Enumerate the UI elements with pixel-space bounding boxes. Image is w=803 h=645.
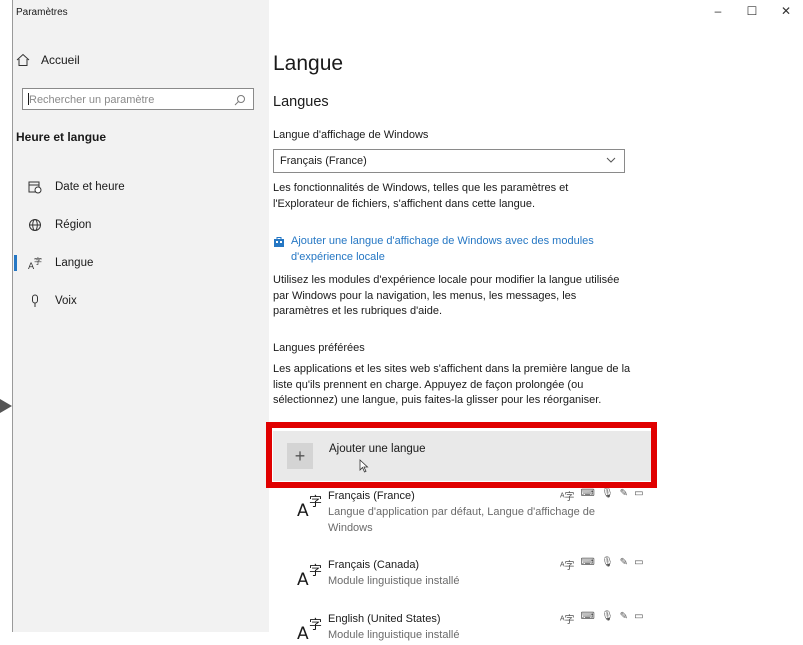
speech-feature-icon: ⌨	[580, 557, 595, 568]
maximize-button[interactable]: ☐	[735, 4, 769, 18]
text-caret	[28, 93, 29, 105]
sidebar-item-label: Date et heure	[55, 181, 125, 193]
keyboard-feature-icon: ▭	[634, 611, 644, 622]
home-label: Accueil	[41, 53, 80, 67]
sidebar-item-label: Voix	[55, 295, 77, 307]
settings-window: Paramètres Accueil Heure et langue Date …	[12, 0, 803, 643]
local-experience-description: Utilisez les modules d'expérience locale…	[273, 274, 620, 317]
sidebar-item-date-time[interactable]: Date et heure	[13, 168, 269, 206]
window-controls: – ☐ ✕	[701, 4, 803, 18]
close-button[interactable]: ✕	[769, 4, 803, 18]
language-description: Module linguistique installé	[328, 575, 460, 587]
sidebar-item-voice[interactable]: Voix	[13, 282, 269, 320]
language-glyph-icon: A字	[297, 564, 323, 590]
display-language-label: Langue d'affichage de Windows	[273, 129, 429, 141]
section-subtitle: Langues	[273, 94, 329, 110]
chevron-down-icon	[606, 155, 616, 167]
app-title: Paramètres	[16, 7, 68, 18]
search-icon[interactable]	[232, 92, 248, 108]
sidebar-nav: Date et heure Région A字 Langue Voix	[13, 168, 269, 320]
language-name: Français (Canada)	[328, 559, 420, 571]
microphone-feature-icon: 🎙	[600, 488, 614, 499]
display-feature-icon: ᴬ字	[560, 561, 575, 572]
speech-feature-icon: ⌨	[580, 611, 595, 622]
language-description: Module linguistique installé	[328, 629, 460, 641]
add-display-language-link-text: Ajouter une langue d'affichage de Window…	[291, 235, 594, 263]
language-glyph-icon: A字	[297, 495, 323, 521]
microphone-feature-icon: 🎙	[600, 611, 614, 622]
svg-text:字: 字	[34, 256, 42, 266]
add-display-language-link[interactable]: Ajouter une langue d'affichage de Window…	[273, 234, 633, 265]
external-arrow-pointer	[0, 399, 12, 413]
globe-icon	[27, 217, 43, 233]
handwriting-feature-icon: ✎	[619, 611, 629, 622]
store-icon	[273, 236, 285, 248]
keyboard-feature-icon: ▭	[634, 557, 644, 568]
language-description: Langue d'application par défaut, Langue …	[328, 506, 595, 534]
display-feature-icon: ᴬ字	[560, 615, 575, 626]
sidebar-item-language[interactable]: A字 Langue	[13, 244, 269, 282]
sidebar-item-region[interactable]: Région	[13, 206, 269, 244]
display-feature-icon: ᴬ字	[560, 492, 575, 503]
search-box[interactable]	[22, 88, 254, 110]
preferred-languages-description: Les applications et les sites web s'affi…	[273, 363, 631, 406]
minimize-button[interactable]: –	[701, 4, 735, 18]
language-features: ᴬ字 ⌨ 🎙 ✎ ▭	[560, 611, 644, 626]
mouse-cursor-icon	[359, 459, 369, 478]
section-heading: Heure et langue	[16, 130, 107, 144]
microphone-icon	[27, 293, 43, 309]
language-icon: A字	[27, 255, 43, 271]
preferred-languages-label: Langues préférées	[273, 342, 365, 354]
language-features: ᴬ字 ⌨ 🎙 ✎ ▭	[560, 557, 644, 572]
plus-icon: +	[287, 443, 313, 469]
add-language-label: Ajouter une langue	[329, 443, 426, 455]
language-name: Français (France)	[328, 490, 415, 502]
sidebar: Paramètres Accueil Heure et langue Date …	[13, 0, 269, 632]
handwriting-feature-icon: ✎	[619, 488, 629, 499]
search-input[interactable]	[27, 90, 231, 110]
home-icon	[15, 52, 31, 68]
display-language-value: Français (France)	[280, 155, 367, 167]
handwriting-feature-icon: ✎	[619, 557, 629, 568]
microphone-feature-icon: 🎙	[600, 557, 614, 568]
speech-feature-icon: ⌨	[580, 488, 595, 499]
language-glyph-icon: A字	[297, 618, 323, 644]
calendar-clock-icon	[27, 179, 43, 195]
home-button[interactable]: Accueil	[15, 52, 80, 68]
sidebar-item-label: Région	[55, 219, 92, 231]
display-language-description: Les fonctionnalités de Windows, telles q…	[273, 182, 569, 210]
page-title: Langue	[273, 52, 344, 75]
keyboard-feature-icon: ▭	[634, 488, 644, 499]
add-language-button[interactable]: + Ajouter une langue	[273, 431, 651, 481]
sidebar-item-label: Langue	[55, 257, 94, 269]
language-features: ᴬ字 ⌨ 🎙 ✎ ▭	[560, 488, 644, 503]
language-name: English (United States)	[328, 613, 441, 625]
display-language-dropdown[interactable]: Français (France)	[273, 149, 625, 173]
